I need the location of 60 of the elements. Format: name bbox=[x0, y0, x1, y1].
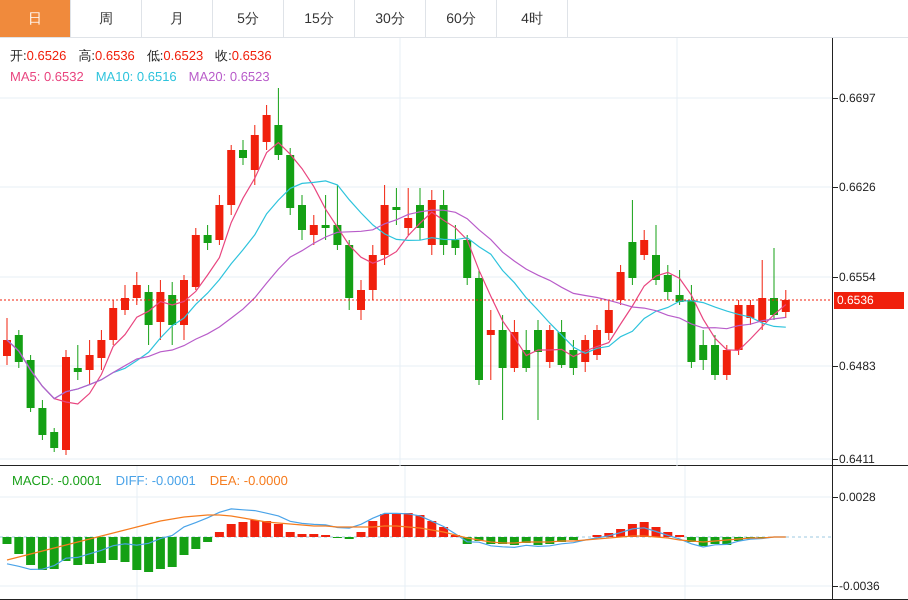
macd-bar bbox=[663, 532, 672, 537]
macd-bar bbox=[568, 537, 578, 540]
macd-bar bbox=[191, 537, 200, 549]
axis-tick-label: 0.6697 bbox=[839, 90, 876, 107]
macd-bar bbox=[73, 537, 82, 565]
macd-bar bbox=[309, 534, 318, 537]
macd-bar bbox=[156, 537, 165, 569]
macd-bar bbox=[226, 524, 236, 537]
axis-tick-label: 0.6554 bbox=[839, 269, 876, 286]
macd-bar bbox=[38, 537, 47, 570]
macd-bar bbox=[380, 514, 390, 537]
macd-bar bbox=[298, 534, 306, 537]
price-label: 开: bbox=[10, 47, 27, 65]
macd-bar bbox=[120, 537, 130, 562]
macd-bar bbox=[203, 537, 212, 542]
macd-bar bbox=[604, 533, 614, 537]
axis-tick-label: 0.0028 bbox=[839, 489, 876, 506]
macd-bar bbox=[557, 537, 566, 542]
macd-bar bbox=[85, 537, 94, 564]
axis-tick-label: -0.0036 bbox=[839, 578, 880, 595]
macd-bar bbox=[168, 537, 177, 567]
price-label: 低: bbox=[146, 47, 164, 65]
macd-bar bbox=[392, 514, 401, 537]
macd-bar bbox=[368, 521, 378, 537]
macd-bar bbox=[262, 521, 272, 537]
macd-legend-label: DIFF: -0.0001 bbox=[116, 472, 196, 490]
ma-legend-label: MA10: 0.6516 bbox=[96, 68, 177, 86]
price-value: 0.6536 bbox=[95, 47, 135, 65]
current-price-badge: 0.6536 bbox=[834, 292, 904, 309]
axis-tick-label: 0.6411 bbox=[839, 451, 875, 468]
axis-tick-label: 0.6483 bbox=[839, 358, 876, 375]
macd-bar bbox=[214, 532, 224, 537]
macd-bar bbox=[108, 537, 118, 560]
macd-bar bbox=[474, 537, 484, 541]
macd-bar bbox=[238, 522, 248, 537]
macd-bar bbox=[286, 532, 295, 537]
macd-bar bbox=[144, 537, 154, 572]
macd-bar bbox=[62, 537, 70, 561]
macd-bar bbox=[132, 537, 142, 570]
macd-bar bbox=[274, 524, 283, 537]
macd-bar bbox=[26, 537, 36, 565]
macd-legend-label: MACD: -0.0001 bbox=[12, 472, 102, 490]
macd-bar bbox=[2, 537, 12, 544]
ma-legend-label: MA5: 0.6532 bbox=[10, 68, 84, 86]
price-label: 高: bbox=[78, 47, 96, 65]
ma-legend-label: MA20: 0.6523 bbox=[188, 68, 270, 86]
price-value: 0.6523 bbox=[163, 47, 204, 65]
macd-bar bbox=[356, 532, 366, 537]
price-value: 0.6526 bbox=[26, 47, 66, 65]
price-label: 收: bbox=[215, 47, 232, 65]
macd-bar bbox=[250, 520, 260, 537]
macd-bar bbox=[96, 537, 106, 563]
macd-legend-label: DEA: -0.0000 bbox=[210, 472, 288, 490]
macd-bar bbox=[14, 537, 24, 554]
macd-bar bbox=[50, 537, 59, 569]
macd-bar bbox=[180, 537, 188, 555]
axis-tick-label: 0.6626 bbox=[839, 179, 876, 196]
macd-bar bbox=[686, 537, 696, 542]
macd-bar bbox=[734, 537, 744, 541]
price-value: 0.6536 bbox=[232, 47, 272, 65]
